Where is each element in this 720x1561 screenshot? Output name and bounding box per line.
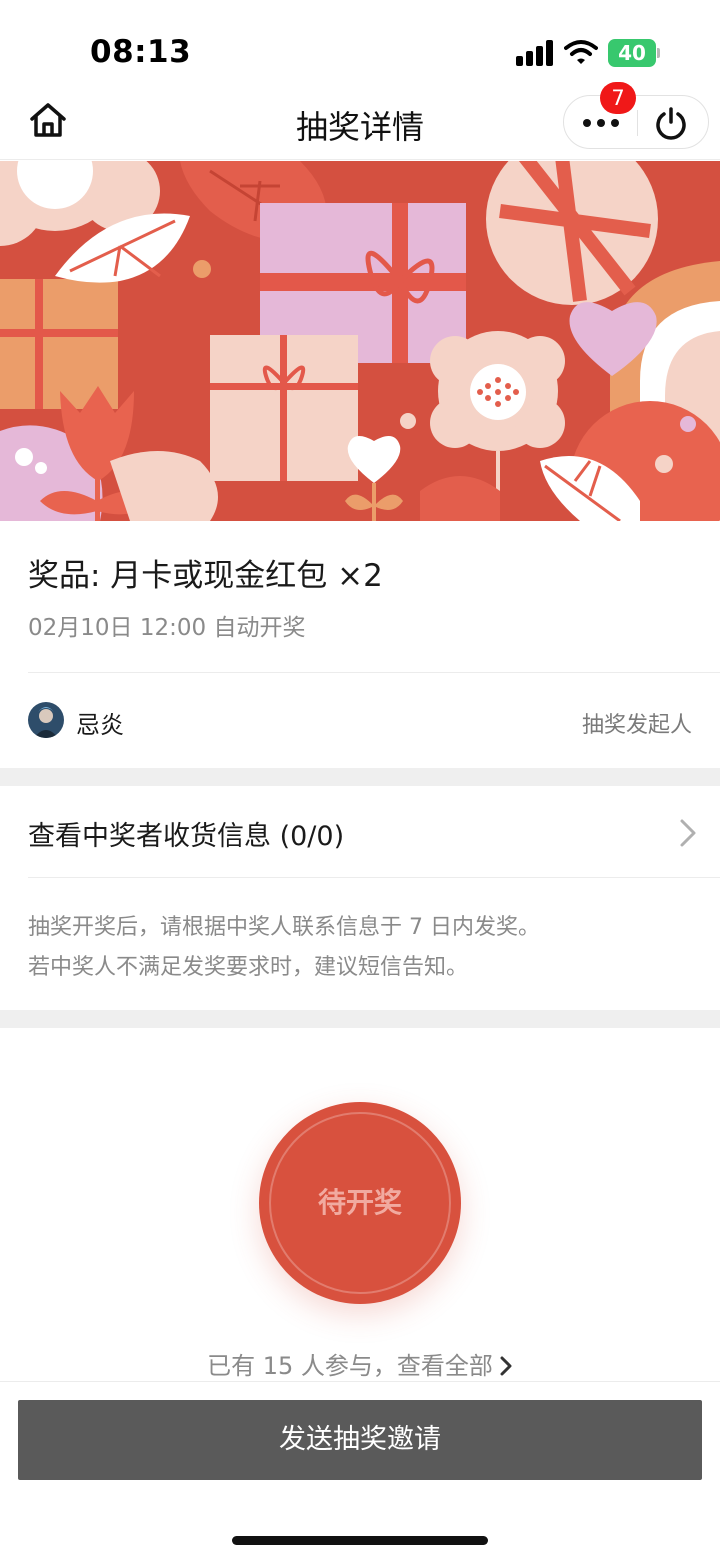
send-invite-button[interactable]: 发送抽奖邀请 (18, 1400, 702, 1480)
draw-time: 02月10日 12:00 自动开奖 (28, 615, 306, 641)
notice-text: 抽奖开奖后，请根据中奖人联系信息于 7 日内发奖。 若中奖人不满足发奖要求时，建… (28, 908, 698, 988)
home-indicator (232, 1536, 488, 1545)
banner-illustration (0, 161, 720, 521)
initiator-role: 抽奖发起人 (581, 713, 692, 738)
status-bar: 08:13 40 (0, 0, 720, 88)
divider (0, 1381, 720, 1382)
signal-icon (516, 40, 554, 66)
participants-link[interactable]: 已有 15 人参与，查看全部 (0, 1346, 720, 1381)
winner-info-row[interactable]: 查看中奖者收货信息 (0/0) (0, 786, 720, 878)
battery-level: 40 (618, 41, 646, 65)
section-gap (0, 1010, 720, 1028)
participants-text: 已有 15 人参与，查看全部 (207, 1352, 493, 1380)
status-time: 08:13 (90, 34, 192, 70)
draw-status-button[interactable]: 待开奖 (259, 1102, 461, 1304)
section-gap (0, 768, 720, 786)
divider (28, 672, 720, 673)
notice-line-2: 若中奖人不满足发奖要求时，建议短信告知。 (28, 955, 469, 980)
mini-program-capsule (563, 95, 709, 149)
chevron-right-icon (680, 819, 696, 847)
divider (28, 877, 720, 878)
notice-line-1: 抽奖开奖后，请根据中奖人联系信息于 7 日内发奖。 (28, 915, 540, 940)
initiator-name: 忌炎 (76, 711, 124, 739)
capsule-divider (637, 110, 638, 136)
notification-badge: 7 (600, 82, 636, 114)
prize-title: 奖品: 月卡或现金红包 ×2 (28, 558, 383, 594)
chevron-right-icon (500, 1356, 512, 1376)
power-icon[interactable] (654, 106, 688, 140)
wifi-icon (564, 40, 598, 64)
draw-status-label: 待开奖 (317, 1186, 402, 1219)
avatar[interactable] (28, 702, 64, 738)
battery-icon: 40 (608, 39, 660, 67)
winner-info-label: 查看中奖者收货信息 (0/0) (28, 821, 345, 852)
